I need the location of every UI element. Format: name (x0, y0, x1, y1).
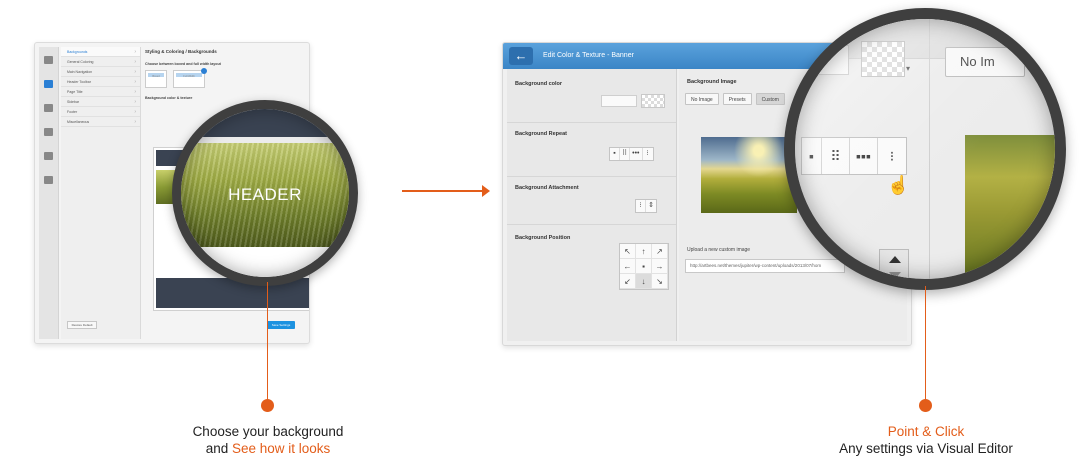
sidebar-icon-photo[interactable] (39, 169, 58, 191)
position-bottom-right[interactable]: ↘ (652, 274, 668, 289)
magnifier-glass (795, 19, 1055, 279)
bg-color-input[interactable] (601, 95, 637, 107)
sidebar-icon-menu[interactable] (39, 97, 58, 119)
repeat-all-button[interactable]: ⠿ (620, 148, 631, 160)
texture-swatch-dropdown[interactable] (641, 94, 665, 108)
admin-submenu: Backgrounds General Coloring Main Naviga… (61, 47, 141, 339)
attachment-scroll-button[interactable]: ⁝ (636, 200, 646, 212)
bg-image-label: Background Image (687, 79, 737, 85)
save-settings-button[interactable]: Save Settings (267, 321, 295, 329)
position-top-center[interactable]: ↑ (636, 244, 652, 259)
box-icon (44, 152, 53, 160)
sidebar-icon-styling[interactable] (39, 73, 58, 95)
page-title: Styling & Coloring / Backgrounds (145, 49, 217, 54)
restore-default-button[interactable]: Restore Default (67, 321, 97, 329)
caption-right: Point & Click Any settings via Visual Ed… (800, 423, 1052, 457)
tab-presets[interactable]: Presets (722, 93, 752, 105)
magnifier-glass (181, 109, 349, 277)
position-bottom-center[interactable]: ↓ (636, 274, 652, 289)
typography-icon (44, 128, 53, 136)
layout-choices: Boxed Full Width (145, 68, 303, 88)
submenu-item-sidebar[interactable]: Sidebar (61, 97, 140, 107)
position-grid: ↖ ↑ ↗ ← ▪ → ↙ ↓ ↘ (619, 243, 669, 290)
caption-right-accent: Point & Click (887, 424, 965, 439)
submenu-item-backgrounds[interactable]: Backgrounds (61, 47, 140, 57)
caption-left-line2: and See how it looks (150, 440, 386, 457)
caption-left-accent: See how it looks (231, 441, 331, 456)
repeat-button-group: ▪ ⠿ ••• ⁝ (609, 147, 654, 161)
position-center[interactable]: ▪ (636, 259, 652, 274)
bg-repeat-section: Background Repeat ▪ ⠿ ••• ⁝ (507, 123, 676, 177)
promo-stage: Backgrounds General Coloring Main Naviga… (0, 0, 1090, 472)
position-top-left[interactable]: ↖ (620, 244, 636, 259)
repeat-none-button[interactable]: ▪ (610, 148, 620, 160)
callout-line-left (267, 282, 268, 400)
brush-icon (44, 80, 53, 88)
bg-color-section: Background color (507, 69, 676, 123)
bg-attachment-section: Background Attachment ⁝ ⇕ (507, 177, 676, 225)
submenu-item-footer[interactable]: Footer (61, 107, 140, 117)
position-center-left[interactable]: ← (620, 259, 636, 274)
magnifier-editor-detail: ▾ No Im ▪ ⠿ ▪▪▪ ⁝ ☝ (784, 8, 1066, 290)
layout-section-title: Choose between boxed and full width layo… (145, 62, 221, 66)
arrow-right-icon (482, 185, 490, 197)
submenu-item-page-title[interactable]: Page Title (61, 87, 140, 97)
bg-attachment-label: Background Attachment (515, 185, 579, 191)
caption-left-line1: Choose your background (192, 424, 344, 439)
callout-line-right (925, 286, 926, 400)
layout-boxed-option[interactable]: Boxed (145, 70, 167, 88)
sidebar-icon-box[interactable] (39, 145, 58, 167)
layout-boxed-caption: Boxed (152, 75, 160, 78)
magnifier-header-preview: HEADER (172, 100, 358, 286)
bg-repeat-label: Background Repeat (515, 131, 567, 137)
bg-position-section: Background Position ↖ ↑ ↗ ← ▪ → ↙ ↓ ↘ (507, 225, 676, 343)
tab-custom[interactable]: Custom (755, 93, 785, 105)
gear-icon (44, 56, 53, 64)
layout-full-width-caption: Full Width (183, 75, 195, 78)
back-arrow-icon[interactable]: ← (509, 47, 533, 65)
bg-color-label: Background color (515, 81, 563, 87)
bg-image-tabs: No Image Presets Custom (685, 93, 785, 105)
repeat-y-button[interactable]: ⁝ (643, 148, 653, 160)
editor-options-panel: Background color Background Repeat ▪ ⠿ •… (507, 69, 677, 341)
position-top-right[interactable]: ↗ (652, 244, 668, 259)
bg-section-title: Background color & texture (145, 96, 193, 100)
editor-title: Edit Color & Texture - Banner (543, 52, 634, 59)
submenu-item-header-toolbar[interactable]: Header Toolbar (61, 77, 140, 87)
tab-no-image[interactable]: No Image (685, 93, 719, 105)
position-center-right[interactable]: → (652, 259, 668, 274)
sidebar-icon-general[interactable] (39, 49, 58, 71)
submenu-item-miscellaneous[interactable]: Miscellaneous (61, 117, 140, 127)
submenu-item-general-coloring[interactable]: General Coloring (61, 57, 140, 67)
photo-icon (44, 176, 53, 184)
admin-icon-sidebar (39, 47, 59, 339)
layout-full-width-option[interactable]: Full Width (173, 68, 207, 88)
callout-dot-left (261, 399, 274, 412)
submenu-item-main-navigation[interactable]: Main Navigation (61, 67, 140, 77)
upload-label: Upload a new custom image (687, 247, 751, 253)
caption-left-prefix: and (205, 441, 232, 456)
caption-left: Choose your background and See how it lo… (150, 423, 386, 457)
flow-arrow-line (402, 190, 486, 192)
position-bottom-left[interactable]: ↙ (620, 274, 636, 289)
repeat-x-button[interactable]: ••• (630, 148, 643, 160)
custom-image-thumbnail (701, 137, 797, 213)
bg-position-label: Background Position (515, 235, 571, 241)
callout-dot-right (919, 399, 932, 412)
caption-right-line2: Any settings via Visual Editor (839, 441, 1013, 456)
attachment-fixed-button[interactable]: ⇕ (646, 200, 656, 212)
attachment-button-group: ⁝ ⇕ (635, 199, 657, 213)
custom-image-url-field[interactable]: http://artbees.net/themes/jupiter/wp-con… (685, 259, 845, 273)
menu-icon (44, 104, 53, 112)
sidebar-icon-typography[interactable] (39, 121, 58, 143)
